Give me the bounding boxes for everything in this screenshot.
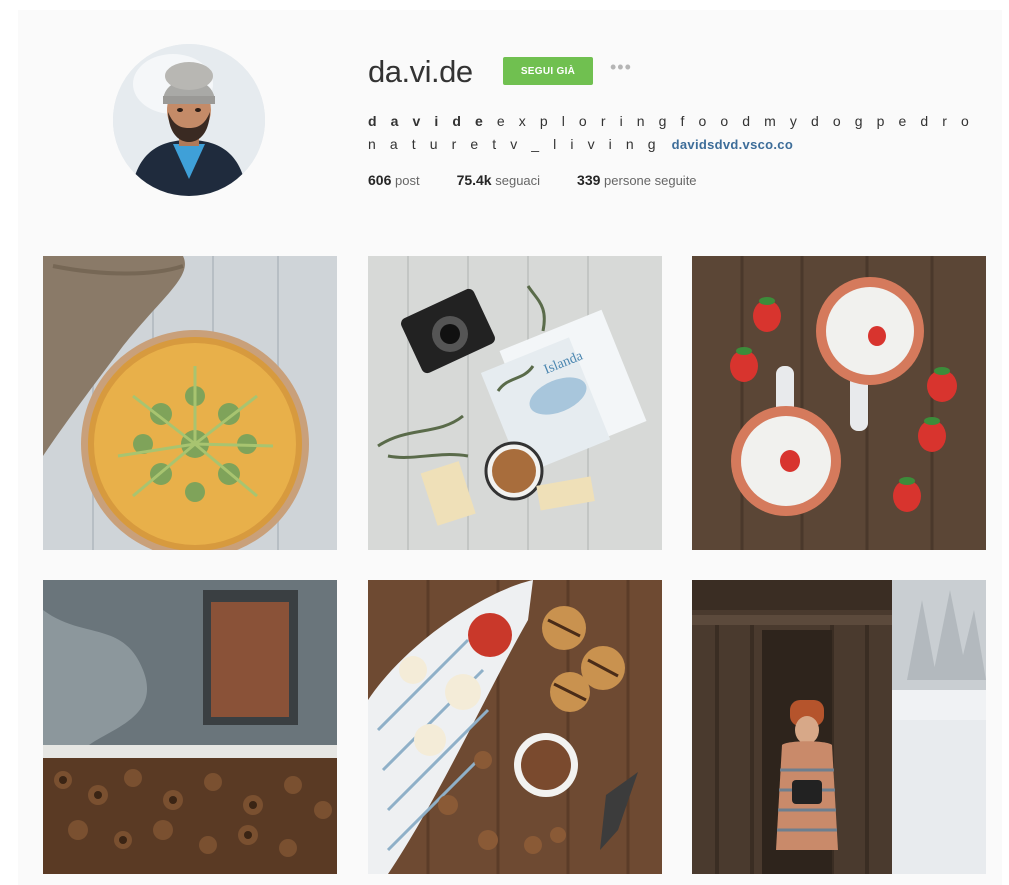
post-image-quiche	[43, 256, 337, 550]
posts-count: 606	[368, 172, 392, 188]
post-image-porridge	[692, 256, 986, 550]
followers-count: 75.4k	[456, 172, 492, 188]
post-tile-3[interactable]	[692, 256, 986, 550]
post-tile-5[interactable]	[368, 580, 662, 874]
following-count: 339	[577, 172, 601, 188]
profile-website-link[interactable]: davidsdvd.vsco.co	[672, 137, 793, 152]
avatar-image	[113, 44, 265, 196]
bio-name: d a v i d e	[368, 113, 488, 129]
ellipsis-icon[interactable]: •••	[610, 58, 638, 78]
post-tile-2[interactable]: Islanda	[368, 256, 662, 550]
profile-stats: 606 post 75.4k seguaci 339 persone segui…	[368, 172, 734, 188]
following-label: persone seguite	[604, 173, 697, 188]
posts-label: post	[394, 173, 420, 188]
post-image-window	[43, 580, 337, 874]
following-stat[interactable]: 339 persone seguite	[577, 172, 697, 188]
post-tile-4[interactable]	[43, 580, 337, 874]
following-button[interactable]: SEGUI GIÀ	[503, 57, 593, 85]
post-tile-6[interactable]	[692, 580, 986, 874]
post-image-cabin	[692, 580, 986, 874]
profile-bio: d a v i d e e x p l o r i n g f o o d m …	[368, 110, 980, 156]
profile-username: da.vi.de	[368, 54, 473, 89]
followers-stat[interactable]: 75.4k seguaci	[457, 172, 540, 188]
followers-label: seguaci	[495, 173, 541, 188]
profile-avatar[interactable]	[113, 44, 265, 196]
post-image-camera-guide: Islanda	[368, 256, 662, 550]
post-tile-1[interactable]	[43, 256, 337, 550]
post-image-apples-cookies	[368, 580, 662, 874]
posts-stat: 606 post	[368, 172, 420, 188]
